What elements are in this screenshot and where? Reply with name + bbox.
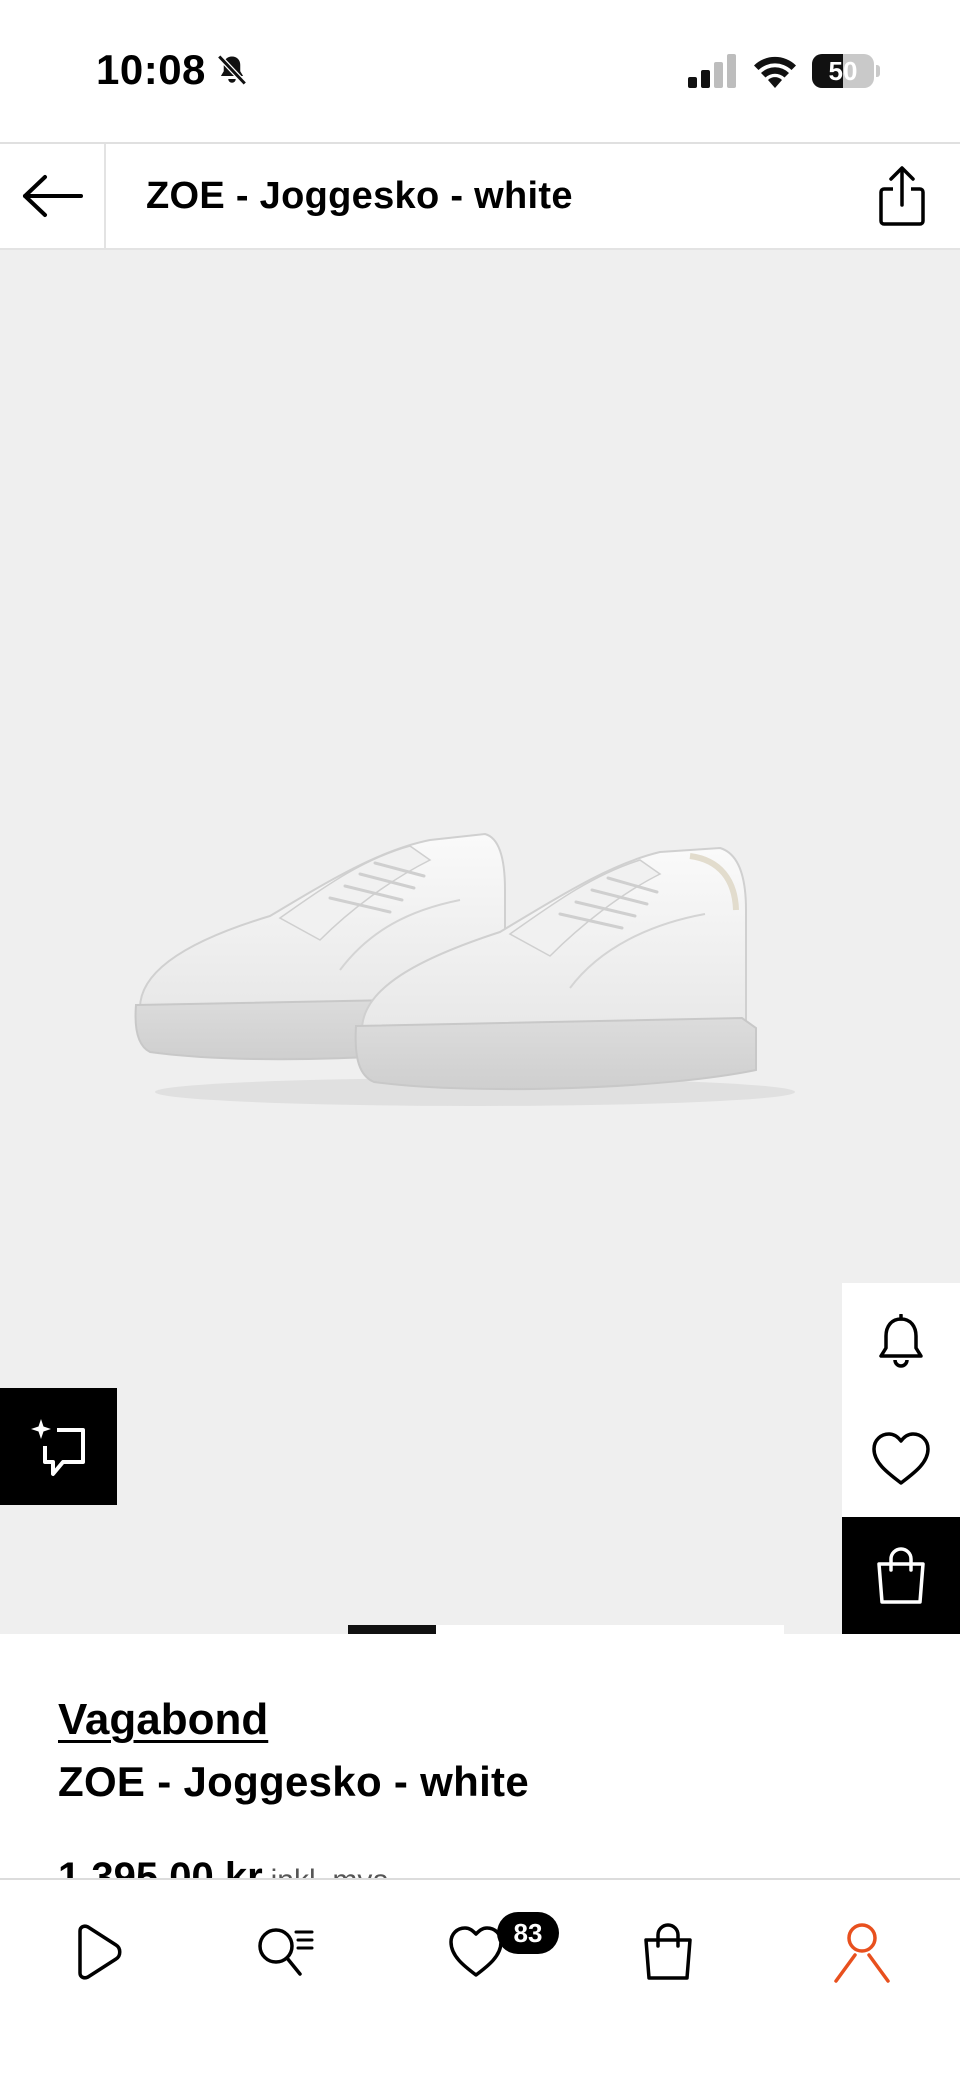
product-info: Vagabond ZOE - Joggesko - white	[58, 1690, 918, 1812]
product-image-gallery[interactable]	[0, 250, 960, 1634]
share-icon	[879, 166, 925, 226]
brand-link[interactable]: Vagabond	[58, 1690, 268, 1750]
bottom-tab-bar: 83	[0, 1878, 960, 2081]
add-to-bag-button[interactable]	[842, 1517, 960, 1634]
search-icon	[258, 1928, 314, 1976]
status-bar: 10:08 50	[0, 0, 960, 144]
battery-indicator: 50	[812, 54, 880, 88]
shopping-bag-icon	[644, 1923, 692, 1980]
ai-assistant-icon	[30, 1418, 85, 1476]
back-button[interactable]	[0, 144, 106, 248]
wifi-icon	[754, 56, 796, 88]
share-button[interactable]	[864, 158, 940, 234]
page-title: ZOE - Joggesko - white	[146, 175, 573, 217]
play-icon	[78, 1924, 122, 1980]
status-time: 10:08	[96, 46, 206, 93]
product-photo	[134, 832, 795, 1106]
tab-search[interactable]	[236, 1910, 336, 1994]
bell-off-icon	[217, 54, 247, 86]
wishlist-count-badge: 83	[497, 1912, 559, 1954]
bell-icon	[879, 1313, 923, 1368]
battery-level: 50	[828, 56, 858, 86]
cellular-signal-icon	[688, 54, 736, 88]
product-header: ZOE - Joggesko - white	[0, 144, 960, 250]
user-icon	[834, 1923, 890, 1983]
arrow-left-icon	[23, 175, 83, 217]
product-actions	[842, 1283, 960, 1634]
image-pager-active	[348, 1625, 436, 1634]
shopping-bag-icon	[877, 1546, 925, 1604]
product-name: ZOE - Joggesko - white	[58, 1758, 529, 1805]
tab-bag[interactable]	[618, 1910, 718, 1994]
heart-icon	[872, 1431, 930, 1485]
ai-assistant-button[interactable]	[0, 1388, 117, 1505]
tab-discover[interactable]	[46, 1910, 146, 1994]
wishlist-button[interactable]	[842, 1400, 960, 1517]
notify-button[interactable]	[842, 1283, 960, 1400]
image-pager	[348, 1625, 784, 1634]
tab-profile[interactable]	[812, 1910, 912, 1994]
